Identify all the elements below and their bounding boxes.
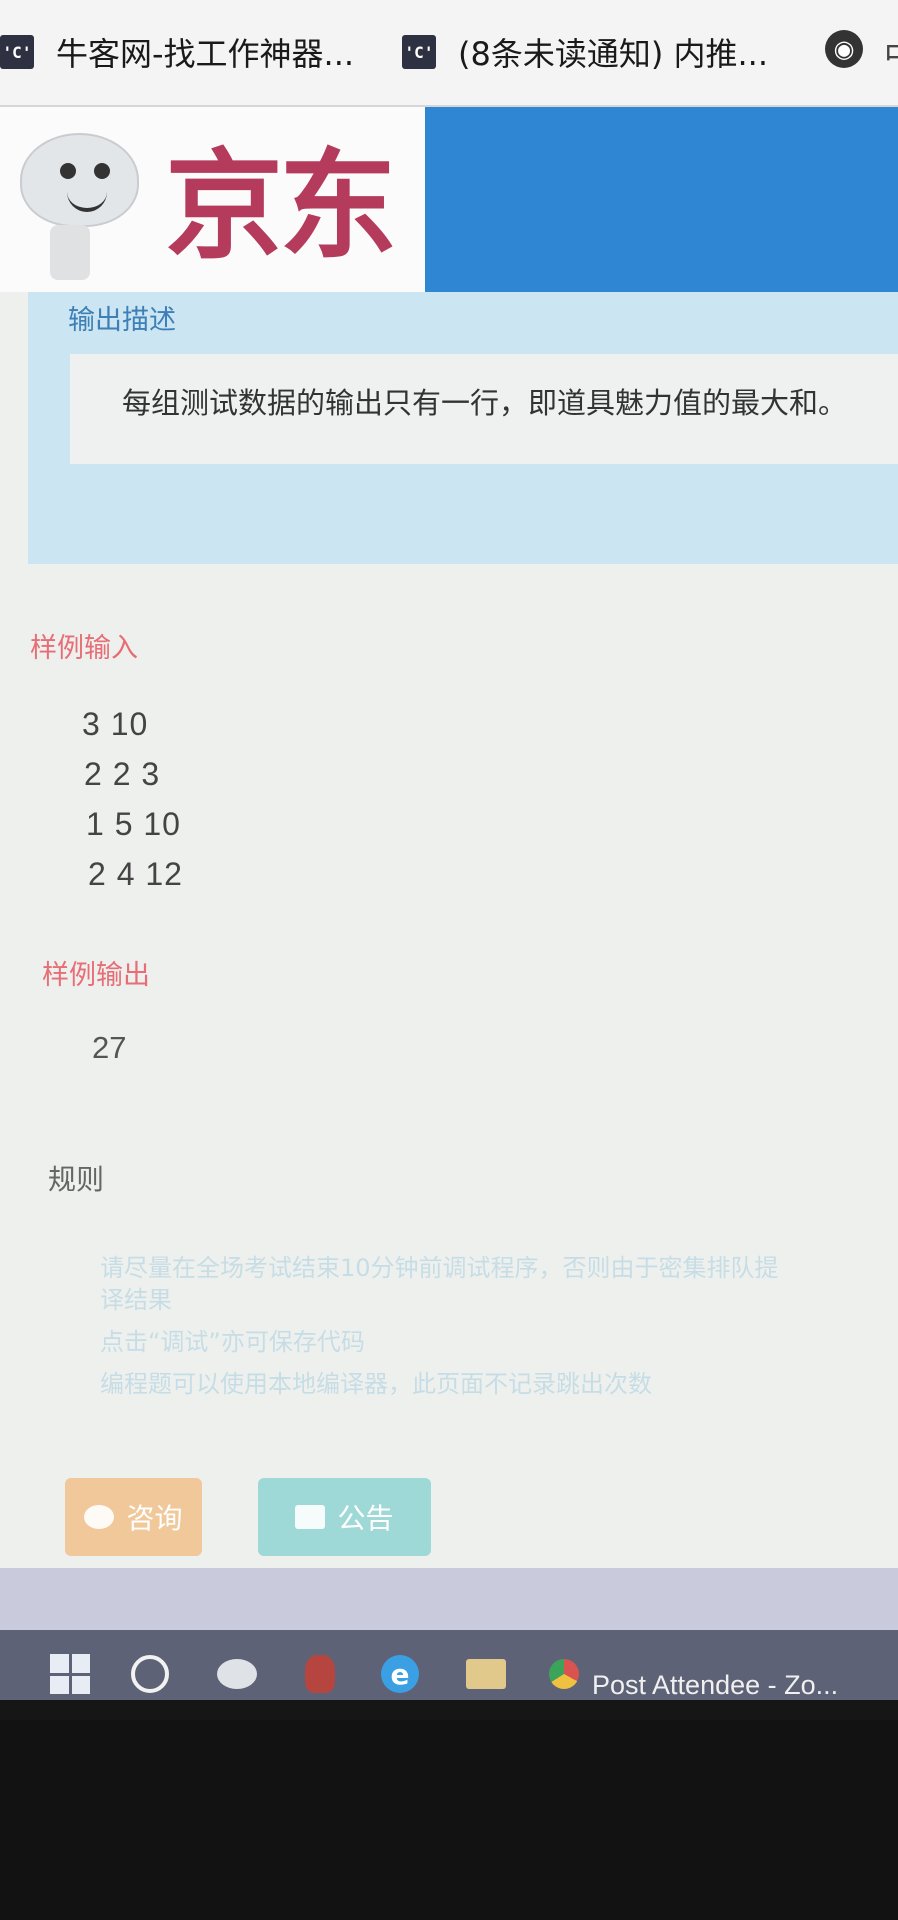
tab-label: 牛客网-找工作神器... [56, 35, 355, 73]
sample-input-line: 3 10 [82, 706, 149, 742]
taskbar-chrome[interactable] [546, 1652, 582, 1696]
sample-input-line: 2 4 12 [88, 856, 183, 892]
cortana-circle-icon [131, 1655, 169, 1693]
edge-icon: e [381, 1655, 419, 1693]
nowcoder-tab-icon: 'C' [402, 35, 436, 69]
globe-icon[interactable]: ◉ [825, 30, 863, 68]
tab-label: (8条未读通知) 内推... [458, 35, 769, 73]
mascot-body [50, 225, 90, 280]
taskbar-qq[interactable] [300, 1652, 340, 1696]
notice-button[interactable]: 公告 [258, 1478, 431, 1556]
jd-logo: 京东 [0, 107, 425, 292]
chat-icon [84, 1505, 115, 1529]
screen: 'C' 牛客网-找工作神器... 'C' (8条未读通知) 内推... ◉ 中 … [0, 0, 898, 1700]
jd-wordmark: 京东 [165, 137, 397, 275]
nowcoder-tab-icon: 'C' [0, 35, 34, 69]
mascot-eye [60, 163, 76, 179]
output-description-box: 每组测试数据的输出只有一行，即道具魅力值的最大和。 [70, 354, 898, 464]
jd-header-banner: 京东 [0, 107, 898, 292]
mascot-eye [94, 163, 110, 179]
sample-output-title: 样例输出 [42, 960, 150, 991]
sample-output-value: 27 [92, 1030, 127, 1065]
wechat-icon [217, 1659, 257, 1689]
tab-notifications[interactable]: 'C' (8条未读通知) 内推... [402, 22, 768, 82]
taskbar-file-explorer[interactable] [462, 1652, 510, 1696]
start-button[interactable] [48, 1652, 92, 1696]
notice-icon [295, 1505, 326, 1529]
rules-title: 规则 [48, 1163, 105, 1196]
sample-input-line: 2 2 3 [84, 756, 161, 792]
problem-panel: 输出描述 每组测试数据的输出只有一行，即道具魅力值的最大和。 [28, 292, 898, 564]
notice-button-label: 公告 [337, 1502, 394, 1535]
sample-input-title: 样例输入 [30, 633, 138, 664]
output-description-text: 每组测试数据的输出只有一行，即道具魅力值的最大和。 [122, 386, 848, 420]
jd-mascot-icon [20, 133, 139, 227]
consult-button-label: 咨询 [126, 1502, 183, 1535]
rule-item: 请尽量在全场考试结束10分钟前调试程序，否则由于密集排队提 [100, 1254, 779, 1282]
taskbar-wechat[interactable] [213, 1652, 261, 1696]
mascot-smile [67, 190, 107, 212]
consult-button[interactable]: 咨询 [65, 1478, 202, 1556]
windows-logo-icon [50, 1654, 90, 1694]
rule-item: 编程题可以使用本地编译器，此页面不记录跳出次数 [100, 1370, 652, 1398]
search-button[interactable] [128, 1652, 172, 1696]
sample-input-line: 1 5 10 [86, 806, 181, 842]
tab-nowcoder[interactable]: 'C' 牛客网-找工作神器... [0, 22, 354, 82]
rule-item: 点击“调试”亦可保存代码 [100, 1328, 365, 1356]
taskbar-edge[interactable]: e [378, 1652, 422, 1696]
rule-item: 译结果 [100, 1286, 172, 1314]
output-description-title: 输出描述 [68, 305, 176, 336]
chrome-icon [549, 1659, 579, 1689]
qq-icon [305, 1655, 335, 1693]
browser-tab-bar: 'C' 牛客网-找工作神器... 'C' (8条未读通知) 内推... ◉ 中 [0, 0, 898, 107]
monitor-bezel [0, 1720, 898, 1920]
taskbar-active-window-label[interactable]: Post Attendee - Zo... [592, 1670, 838, 1700]
tab-label-cut[interactable]: 中 [884, 30, 898, 76]
page-footer [0, 1568, 898, 1630]
folder-icon [466, 1659, 506, 1689]
